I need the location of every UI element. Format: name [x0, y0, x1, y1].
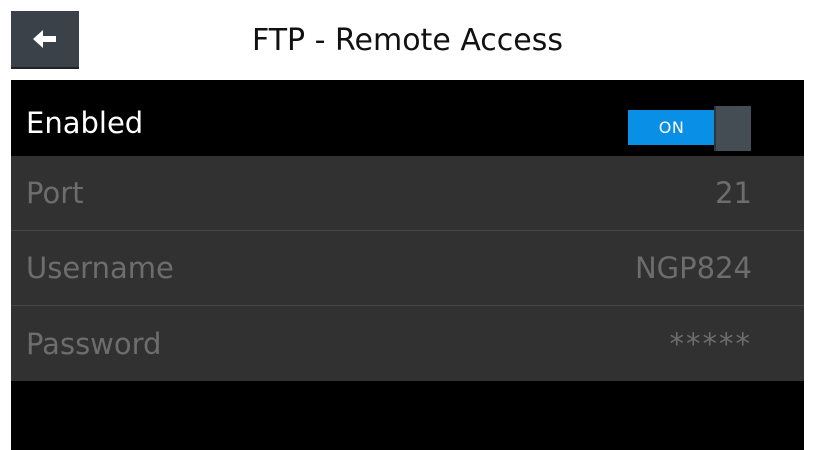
back-button[interactable] — [11, 11, 79, 69]
password-value: ***** — [669, 326, 752, 361]
top-bar: FTP - Remote Access — [0, 0, 815, 80]
enabled-toggle[interactable]: ON — [628, 106, 751, 151]
port-row[interactable]: Port 21 — [11, 156, 804, 231]
empty-area — [11, 381, 804, 450]
settings-panel: Enabled ON Port 21 Username NGP824 Passw… — [11, 80, 804, 450]
toggle-knob — [714, 106, 751, 151]
enabled-row[interactable]: Enabled ON — [11, 90, 804, 156]
port-label: Port — [26, 176, 84, 210]
arrow-left-icon — [33, 30, 56, 48]
password-row[interactable]: Password ***** — [11, 306, 804, 381]
port-value: 21 — [715, 176, 752, 210]
username-label: Username — [26, 251, 174, 285]
password-label: Password — [26, 326, 162, 361]
username-value: NGP824 — [634, 251, 752, 285]
page-title: FTP - Remote Access — [251, 22, 564, 58]
username-row[interactable]: Username NGP824 — [11, 231, 804, 306]
toggle-on-label: ON — [628, 110, 715, 145]
enabled-label: Enabled — [26, 106, 144, 140]
